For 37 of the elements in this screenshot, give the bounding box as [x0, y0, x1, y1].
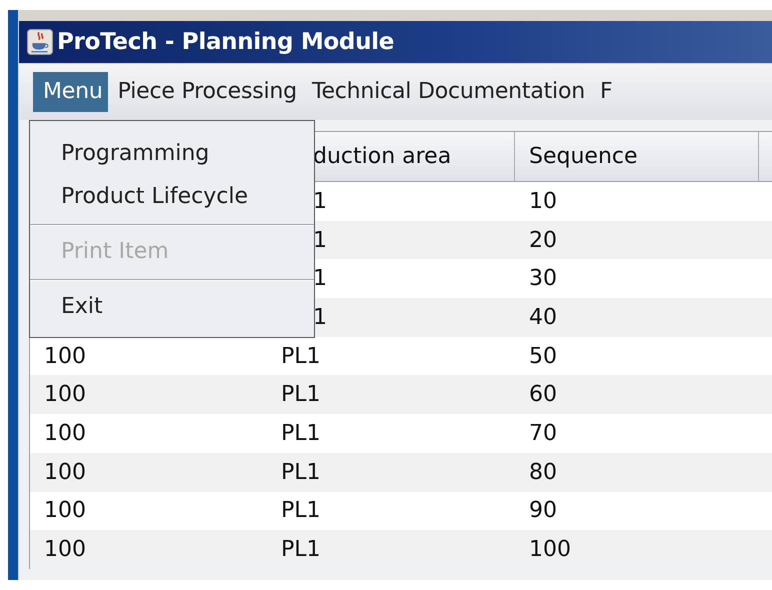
- table-cell: 40: [529, 304, 557, 330]
- table-cell: 90: [529, 498, 557, 524]
- table-cell: PL1: [281, 382, 321, 408]
- table-cell: 50: [529, 344, 557, 369]
- menu-item[interactable]: F: [590, 72, 618, 112]
- table-cell: PL1: [281, 460, 321, 485]
- table-cell: 100: [44, 537, 86, 562]
- table-cell: 20: [529, 228, 557, 253]
- menu-option[interactable]: Programming: [30, 133, 314, 176]
- table-cell: 30: [529, 266, 557, 292]
- menu-item[interactable]: Menu: [33, 72, 108, 112]
- menu-item[interactable]: Piece Processing: [108, 72, 302, 112]
- table-cell: 80: [529, 460, 557, 485]
- table-cell: 1: [313, 188, 327, 214]
- table-cell: 70: [529, 420, 557, 446]
- table-cell: 100: [44, 420, 86, 446]
- menu-item[interactable]: Technical Documentation: [302, 72, 590, 112]
- table-cell: 100: [529, 537, 571, 562]
- table-cell: 1: [313, 266, 327, 292]
- menu-option[interactable]: Exit: [30, 286, 314, 329]
- column-header[interactable]: duction area: [313, 144, 452, 169]
- window-title: ProTech - Planning Module: [57, 29, 394, 55]
- table-cell: 60: [529, 382, 557, 408]
- table-cell: PL1: [281, 344, 321, 369]
- table-cell: 1: [313, 304, 327, 330]
- menu-option[interactable]: Product Lifecycle: [30, 176, 314, 219]
- table-cell: PL1: [281, 420, 321, 446]
- table-cell: PL1: [281, 537, 321, 562]
- table-cell: 10: [529, 188, 557, 214]
- column-header[interactable]: Sequence: [529, 144, 638, 169]
- table-cell: 100: [44, 382, 86, 408]
- table-cell: 100: [44, 460, 86, 485]
- table-cell: 100: [44, 344, 86, 369]
- table-cell: PL1: [281, 498, 321, 524]
- table-cell: 1: [313, 228, 327, 253]
- table-cell: 100: [44, 498, 86, 524]
- coffee-cup-icon: [27, 29, 53, 55]
